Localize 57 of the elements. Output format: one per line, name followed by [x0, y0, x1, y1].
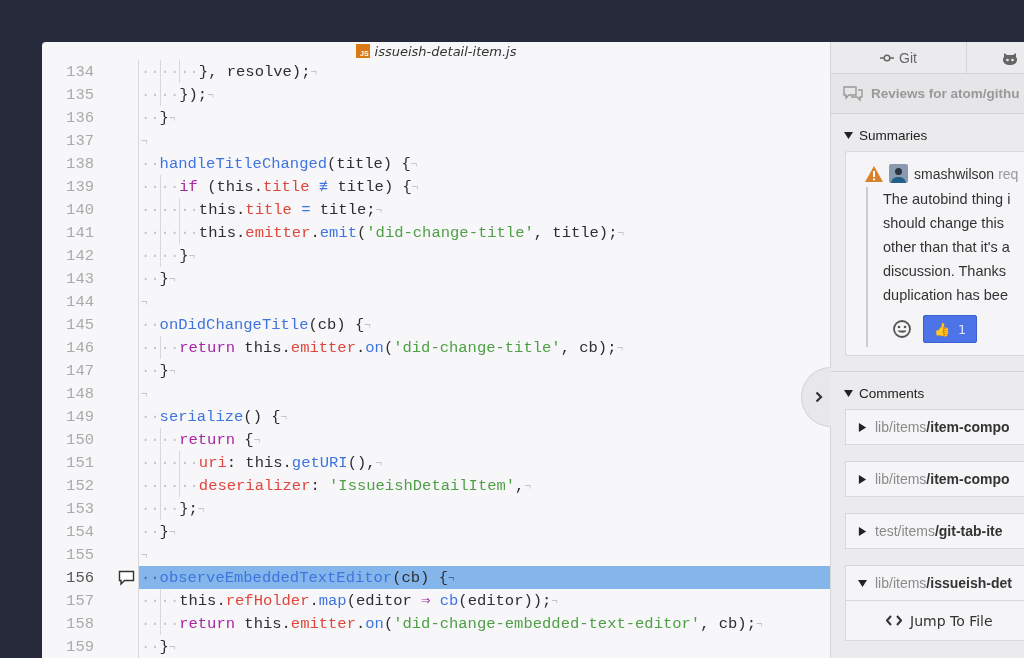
file-comment-row[interactable]: test/items/git-tab-ite	[845, 513, 1024, 549]
code-icon	[886, 615, 902, 626]
commit-icon	[880, 53, 895, 62]
comment-icon[interactable]	[118, 569, 135, 586]
disclosure-triangle-icon[interactable]	[858, 526, 867, 536]
line-number: 136	[65, 108, 94, 127]
line-number: 146	[65, 338, 94, 357]
line-number: 155	[65, 545, 94, 564]
line-number: 152	[65, 476, 94, 495]
disclosure-triangle-icon[interactable]	[844, 389, 853, 398]
line-number: 140	[65, 200, 94, 219]
file-path: lib/items/item-compo	[875, 471, 1010, 487]
disclosure-triangle-icon[interactable]	[844, 131, 853, 140]
octocat-icon	[1002, 50, 1018, 65]
file-path: lib/items/issueish-det	[875, 575, 1012, 591]
section-title: Comments	[859, 386, 925, 401]
chat-icon	[843, 85, 863, 102]
smiley-icon[interactable]	[893, 320, 911, 338]
line-number: 151	[65, 453, 94, 472]
line-number: 143	[65, 269, 94, 288]
comment-body: The autobind thing i should change this other than that it's a discussion. Thanks duplication has bee	[883, 190, 1012, 305]
disclosure-triangle-icon[interactable]	[858, 578, 867, 588]
line-number: 134	[65, 62, 94, 81]
review-action: req	[998, 165, 1019, 182]
line-number: 150	[65, 430, 94, 449]
line-number: 157	[65, 591, 94, 610]
line-number: 158	[65, 614, 94, 633]
line-number: 153	[65, 499, 94, 518]
disclosure-triangle-icon[interactable]	[858, 474, 867, 484]
line-number: 156	[65, 568, 94, 587]
jump-to-file-button[interactable]: Jump To File	[845, 601, 1024, 641]
file-path: test/items/git-tab-ite	[875, 523, 1003, 539]
line-number: 149	[65, 407, 94, 426]
chevron-right-icon	[814, 391, 823, 403]
file-comment-row[interactable]: lib/items/issueish-det	[845, 565, 1024, 601]
line-number: 154	[65, 522, 94, 541]
line-number: 139	[65, 177, 94, 196]
line-number: 147	[65, 361, 94, 380]
line-number: 148	[65, 384, 94, 403]
line-number: 141	[65, 223, 94, 242]
section-title: Summaries	[859, 128, 928, 143]
author-name[interactable]: smashwilson	[914, 165, 995, 182]
panel-header: Reviews for atom/githu	[871, 86, 1020, 101]
file-comment-row[interactable]: lib/items/item-compo	[845, 461, 1024, 497]
line-number: 135	[65, 85, 94, 104]
line-number: 145	[65, 315, 94, 334]
warning-icon	[865, 165, 883, 182]
line-number: 144	[65, 292, 94, 311]
file-comment-row[interactable]: lib/items/item-compo	[845, 409, 1024, 445]
line-number: 137	[65, 131, 94, 150]
line-number: 142	[65, 246, 94, 265]
editor-tab-title[interactable]: issueish-detail-item.js	[374, 43, 517, 59]
line-number: 159	[65, 637, 94, 656]
avatar	[889, 164, 908, 183]
disclosure-triangle-icon[interactable]	[858, 422, 867, 432]
line-number: 138	[65, 154, 94, 173]
file-path: lib/items/item-compo	[875, 419, 1010, 435]
